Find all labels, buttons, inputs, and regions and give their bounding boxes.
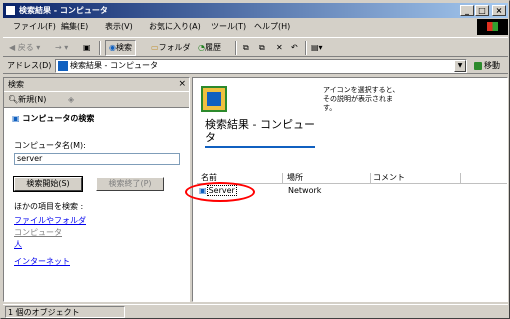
highlight-ellipse: [185, 182, 255, 202]
back-label: 戻る: [17, 43, 34, 52]
computer-name-input[interactable]: server: [14, 153, 180, 165]
standard-toolbar: ◀ 戻る ▾ → ▾ ▣ ◉検索 ▭フォルダ ◔履歴 ⧉ ⧉ ✕ ↶ ▤▾: [3, 37, 508, 57]
search-results-icon: [58, 61, 68, 71]
menu-file[interactable]: ファイル(F): [13, 19, 56, 35]
search-heading-text: コンピュータの検索: [22, 114, 95, 123]
address-value: 検索結果 - コンピュータ: [70, 61, 158, 70]
search-heading: ▣ コンピュータの検索: [12, 114, 94, 124]
history-icon: ◔: [198, 43, 205, 52]
other-search-label: ほかの項目を検索 :: [14, 202, 84, 211]
search-label: 検索: [115, 43, 132, 52]
minimize-button[interactable]: _: [460, 5, 474, 16]
toolbar-separator: [99, 41, 101, 55]
undo-icon[interactable]: ↶: [291, 40, 298, 56]
column-location[interactable]: 場所: [285, 173, 371, 183]
history-label: 履歴: [204, 43, 221, 52]
forward-button[interactable]: → ▾: [55, 40, 68, 56]
menu-view[interactable]: 表示(V): [105, 19, 133, 35]
title-bar[interactable]: 検索結果 - コンピュータ _ □ ×: [3, 3, 508, 18]
link-files-folders[interactable]: ファイルやフォルダ: [14, 215, 86, 226]
new-search-label: 新規(N): [18, 95, 47, 104]
search-button[interactable]: ◉検索: [105, 40, 136, 56]
results-hint: アイコンを選択すると、その説明が表示されます。: [323, 86, 400, 112]
toolbar-separator: [305, 41, 307, 55]
computer-icon: [207, 92, 221, 106]
windows-logo: [477, 19, 508, 35]
menu-bar: ファイル(F) 編集(E) 表示(V) お気に入り(A) ツール(T) ヘルプ(…: [3, 19, 473, 35]
address-input[interactable]: 検索結果 - コンピュータ ▼: [55, 59, 467, 73]
search-pane-header: 検索 ×: [4, 78, 189, 91]
stop-search-button[interactable]: 検索終了(P): [96, 177, 164, 191]
close-button[interactable]: ×: [492, 5, 506, 16]
address-dropdown-icon[interactable]: ▼: [454, 60, 466, 72]
menu-edit[interactable]: 編集(E): [61, 19, 88, 35]
search-pane-toolbar: 🔍︎新規(N) ◈: [4, 92, 189, 108]
status-text: 1 個のオブジェクト: [5, 306, 125, 318]
address-bar: アドレス(D) 検索結果 - コンピュータ ▼ 移動: [3, 58, 508, 74]
link-computers[interactable]: コンピュータ: [14, 227, 62, 238]
search-pane-title: 検索: [8, 80, 24, 89]
explorer-window: 検索結果 - コンピュータ _ □ × ファイル(F) 編集(E) 表示(V) …: [0, 0, 510, 319]
back-button[interactable]: ◀ 戻る ▾: [9, 40, 40, 56]
folders-button[interactable]: ▭フォルダ: [151, 40, 191, 56]
go-button[interactable]: 移動: [473, 59, 509, 73]
maximize-button[interactable]: □: [475, 5, 489, 16]
views-icon[interactable]: ▤▾: [311, 40, 323, 56]
start-search-button[interactable]: 検索開始(S): [13, 176, 83, 192]
results-title: 検索結果 - コンピュータ: [205, 118, 315, 144]
move-to-icon[interactable]: ⧉: [243, 40, 249, 56]
folders-label: フォルダ: [158, 43, 191, 52]
result-location: Network: [288, 186, 322, 195]
computer-icon: ▣: [12, 114, 20, 123]
search-options-icon[interactable]: ◈: [68, 92, 74, 108]
results-pane: 検索結果 - コンピュータ アイコンを選択すると、その説明が表示されます。 名前…: [185, 77, 508, 302]
search-window-icon: [5, 5, 16, 16]
column-comment[interactable]: コメント: [371, 173, 461, 183]
copy-to-icon[interactable]: ⧉: [259, 40, 265, 56]
magnifier-icon: 🔍︎: [8, 95, 19, 104]
window-title: 検索結果 - コンピュータ: [19, 6, 108, 15]
search-banner-icon: [201, 86, 227, 112]
go-arrow-icon: [474, 62, 482, 70]
title-underline: [205, 146, 315, 148]
windows-flag-icon: [487, 22, 498, 31]
toolbar-separator: [235, 41, 237, 55]
search-pane-close-icon[interactable]: ×: [178, 78, 186, 91]
status-bar: 1 個のオブジェクト: [3, 304, 508, 318]
menu-favorites[interactable]: お気に入り(A): [149, 19, 201, 35]
new-search-button[interactable]: 🔍︎新規(N): [8, 92, 46, 108]
menu-tools[interactable]: ツール(T): [211, 19, 246, 35]
computer-name-label: コンピュータ名(M):: [14, 141, 86, 150]
go-label: 移動: [484, 61, 500, 70]
history-button[interactable]: ◔履歴: [198, 40, 221, 56]
link-internet[interactable]: インターネット: [14, 256, 70, 267]
search-icon: ◉: [109, 43, 116, 52]
up-folder-button[interactable]: ▣: [83, 40, 91, 56]
folder-icon: ▭: [151, 43, 159, 52]
forward-label: →: [55, 43, 62, 52]
address-label: アドレス(D): [7, 61, 52, 70]
search-pane: 検索 × 🔍︎新規(N) ◈ ▣ コンピュータの検索 コンピュータ名(M): s…: [3, 77, 190, 302]
menu-help[interactable]: ヘルプ(H): [254, 19, 290, 35]
delete-icon[interactable]: ✕: [276, 40, 283, 56]
link-people[interactable]: 人: [14, 239, 22, 250]
